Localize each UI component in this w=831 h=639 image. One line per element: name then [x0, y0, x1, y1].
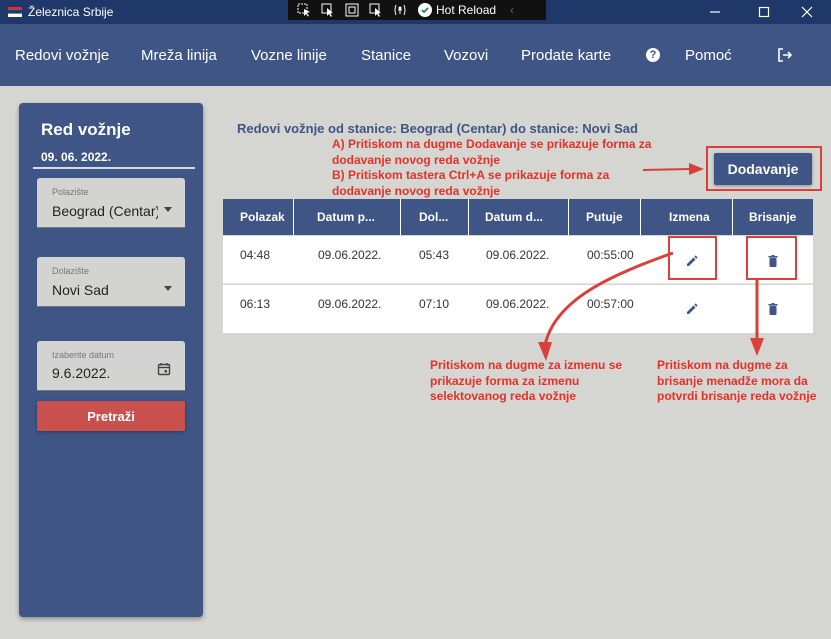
- search-button[interactable]: Pretraži: [37, 401, 185, 431]
- delete-icon[interactable]: [766, 302, 780, 316]
- column-header[interactable]: Datum d...: [485, 199, 543, 235]
- check-icon: [418, 3, 432, 17]
- cell-arrival: 07:10: [419, 297, 450, 311]
- annotation-line: potvrdi brisanje reda vožnje: [657, 389, 817, 403]
- cell-arrival: 05:43: [419, 248, 450, 262]
- layout-adorner-icon[interactable]: [342, 1, 362, 19]
- departure-station-select[interactable]: Polazište Beograd (Centar): [37, 178, 185, 228]
- annotation-line: B) Pritiskom tastera Ctrl+A se prikazuje…: [332, 168, 610, 182]
- app-title: Železnica Srbije: [28, 5, 114, 19]
- annotation-line: Pritiskom na dugme za izmenu se: [430, 358, 623, 372]
- dropdown-caret-icon: [164, 286, 172, 291]
- dropdown-caret-icon: [164, 207, 172, 212]
- column-header[interactable]: Polazak: [240, 199, 285, 235]
- column-header[interactable]: Datum p...: [317, 199, 375, 235]
- arrow-to-add-button: [642, 163, 704, 175]
- highlight-delete-button: [746, 236, 797, 280]
- close-icon: [801, 6, 813, 18]
- menu-item-vozovi[interactable]: Vozovi: [444, 47, 488, 64]
- annotation-line: dodavanje novog reda vožnje: [332, 183, 501, 198]
- column-header[interactable]: Putuje: [586, 199, 623, 235]
- highlight-edit-button: [668, 236, 717, 280]
- panel-title: Red vožnje: [41, 120, 131, 139]
- column-header: Izmena: [669, 210, 710, 224]
- column-divider: [468, 199, 469, 235]
- annotation-edit: Pritiskom na dugme za izmenu se prikazuj…: [430, 358, 622, 405]
- menu-item-pomoc[interactable]: Pomoć: [685, 47, 732, 64]
- minimize-button[interactable]: [697, 0, 733, 24]
- accessibility-icon[interactable]: [390, 1, 410, 19]
- help-icon[interactable]: ?: [646, 48, 660, 62]
- highlight-add-button: [706, 146, 822, 191]
- annotation-line: dodavanje novog reda vožnje: [332, 152, 501, 167]
- cell-departure-date: 09.06.2022.: [318, 297, 382, 311]
- pointer-icon[interactable]: [318, 1, 338, 19]
- menu-item-prodate-karte[interactable]: Prodate karte: [521, 47, 611, 64]
- column-divider: [293, 199, 294, 235]
- arrival-value: Novi Sad: [52, 282, 109, 298]
- menu-bar: Redovi vožnje Mreža linija Vozne linije …: [0, 24, 831, 86]
- menu-item-mreza-linija[interactable]: Mreža linija: [141, 47, 217, 64]
- arrival-label: Dolazište: [52, 266, 90, 276]
- close-button[interactable]: [789, 0, 825, 24]
- cell-departure: 04:48: [240, 248, 271, 262]
- maximize-button[interactable]: [746, 0, 782, 24]
- date-picker[interactable]: Izaberite datum 9.6.2022.: [37, 341, 185, 391]
- departure-value: Beograd (Centar): [52, 203, 158, 219]
- annotation-line: A) Pritiskom na dugme Dodavanje se prika…: [332, 137, 652, 151]
- annotation-line: selektovanog reda vožnje: [430, 389, 577, 403]
- collapse-toolbar-icon[interactable]: ‹: [510, 3, 514, 17]
- departure-label: Polazište: [52, 187, 89, 197]
- cell-departure-date: 09.06.2022.: [318, 248, 382, 262]
- column-divider: [400, 199, 401, 235]
- cell-arrival-date: 09.06.2022.: [486, 248, 550, 262]
- table-row[interactable]: 06:13 09.06.2022. 07:10 09.06.2022. 00:5…: [223, 285, 813, 333]
- column-header: Brisanje: [749, 210, 797, 224]
- menu-item-stanice[interactable]: Stanice: [361, 47, 411, 64]
- logout-icon[interactable]: [777, 47, 793, 63]
- panel-date: 09. 06. 2022.: [41, 150, 112, 164]
- annotation-line: Pritiskom na dugme za: [657, 358, 788, 372]
- search-panel: Red vožnje 09. 06. 2022. Polazište Beogr…: [19, 103, 203, 617]
- hot-reload-status[interactable]: Hot Reload: [418, 3, 496, 17]
- table-row[interactable]: 04:48 09.06.2022. 05:43 09.06.2022. 00:5…: [223, 236, 813, 284]
- minimize-icon: [710, 11, 720, 13]
- hot-reload-label: Hot Reload: [436, 3, 497, 17]
- cell-arrival-date: 09.06.2022.: [486, 297, 550, 311]
- column-divider: [732, 199, 733, 235]
- page-heading: Redovi vožnje od stanice: Beograd (Centa…: [237, 121, 638, 136]
- annotation-delete: Pritiskom na dugme za brisanje menadže m…: [657, 358, 816, 405]
- menu-item-redovi-voznje[interactable]: Redovi vožnje: [15, 47, 109, 64]
- arrival-station-select[interactable]: Dolazište Novi Sad: [37, 257, 185, 307]
- title-bar: Železnica Srbije Hot Reload ‹: [0, 0, 831, 24]
- date-value: 9.6.2022.: [52, 365, 111, 381]
- table-header: Polazak Datum p... Dol... Datum d... Put…: [223, 199, 813, 235]
- debug-toolbar: Hot Reload ‹: [288, 0, 546, 20]
- flag-icon: [8, 7, 22, 17]
- menu-item-vozne-linije[interactable]: Vozne linije: [251, 47, 327, 64]
- annotation-line: brisanje menadže mora da: [657, 373, 808, 388]
- annotation-line: prikazuje forma za izmenu: [430, 373, 580, 388]
- cell-departure: 06:13: [240, 297, 271, 311]
- cell-duration: 00:55:00: [587, 248, 634, 262]
- column-header[interactable]: Dol...: [419, 199, 448, 235]
- date-label: Izaberite datum: [52, 350, 115, 360]
- edit-icon[interactable]: [685, 302, 699, 316]
- column-divider: [640, 199, 641, 235]
- annotation-add: A) Pritiskom na dugme Dodavanje se prika…: [332, 137, 651, 199]
- panel-divider: [33, 167, 195, 169]
- select-element-icon[interactable]: [294, 1, 314, 19]
- column-divider: [568, 199, 569, 235]
- track-focus-icon[interactable]: [366, 1, 386, 19]
- calendar-icon[interactable]: [157, 362, 171, 376]
- maximize-icon: [758, 6, 770, 18]
- cell-duration: 00:57:00: [587, 297, 634, 311]
